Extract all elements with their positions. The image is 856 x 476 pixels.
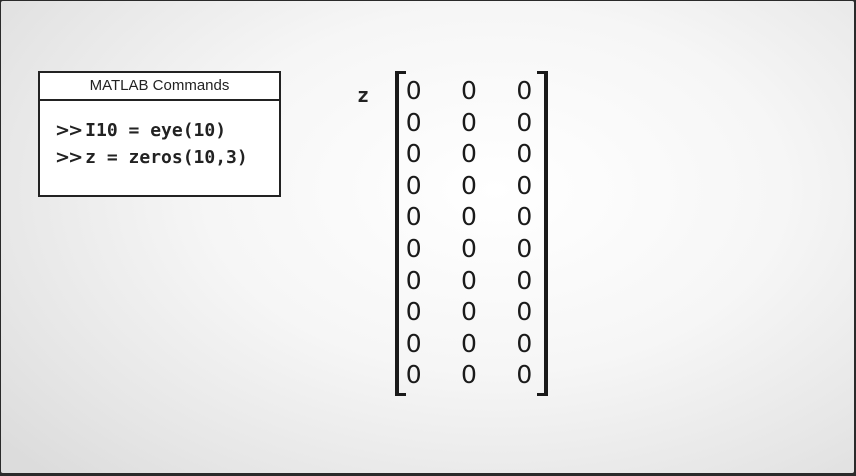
slide: MATLAB Commands >> I10 = eye(10) >> z = ze… — [1, 1, 854, 473]
matrix-cell: 0 — [461, 360, 477, 390]
command-text: I10 = eye(10) — [85, 120, 227, 141]
matrix-cell: 0 — [516, 76, 533, 105]
matrix-row: 0 0 0 — [397, 107, 539, 139]
matrix-row: 0 0 0 — [397, 233, 539, 265]
matrix-cell: 0 — [405, 297, 422, 327]
prompt-symbol: >> — [55, 120, 83, 141]
panel-title: MATLAB Commands — [40, 73, 279, 101]
matrix-row: 0 0 0 — [397, 328, 539, 360]
matrix-cell: 0 — [516, 328, 533, 358]
matrix-cell: 0 — [405, 233, 422, 263]
variable-name: z — [357, 83, 370, 107]
matrix-cell: 0 — [405, 107, 422, 137]
matrix-row: 0 0 0 — [397, 296, 539, 328]
result-matrix: 000000000000000000000000000000 — [397, 75, 539, 391]
matrix-row: 0 0 0 — [397, 75, 539, 107]
matrix-cell: 0 — [461, 297, 477, 327]
matrix-cell: 0 — [461, 265, 477, 295]
command-line: >> z = zeros(10,3) — [55, 144, 279, 171]
prompt-symbol: >> — [55, 147, 83, 168]
matrix-cell: 0 — [405, 139, 422, 169]
command-list: >> I10 = eye(10) >> z = zeros(10,3) — [40, 101, 279, 171]
matrix-row: 0 0 0 — [397, 359, 539, 391]
matrix-row: 0 0 0 — [397, 201, 539, 233]
matrix-cell: 0 — [405, 360, 422, 390]
matrix-cell: 0 — [516, 202, 533, 232]
matrix-cell: 0 — [461, 170, 477, 200]
matrix-cell: 0 — [516, 107, 533, 137]
matrix-row: 0 0 0 — [397, 265, 539, 297]
matrix-cell: 0 — [405, 170, 422, 200]
matrix-cell: 0 — [405, 202, 422, 232]
matrix-cell: 0 — [461, 139, 477, 169]
matrix-row: 0 0 0 — [397, 170, 539, 202]
matrix-cell: 0 — [405, 328, 422, 358]
matrix-cell: 0 — [461, 233, 477, 263]
matrix-cell: 0 — [461, 107, 477, 137]
matrix-cell: 0 — [461, 328, 477, 358]
matrix-cell: 0 — [516, 297, 533, 327]
matrix-cell: 0 — [516, 170, 533, 200]
matrix-cell: 0 — [405, 265, 422, 295]
matrix-cell: 0 — [516, 139, 533, 169]
matrix-cell: 0 — [461, 76, 477, 105]
matlab-commands-panel: MATLAB Commands >> I10 = eye(10) >> z = ze… — [38, 71, 281, 197]
command-line: >> I10 = eye(10) — [55, 117, 279, 144]
matrix-cell: 0 — [516, 265, 533, 295]
matrix-cell: 0 — [405, 76, 422, 105]
matrix-cell: 0 — [516, 233, 533, 263]
matrix-cell: 0 — [516, 360, 533, 390]
matrix-cell: 0 — [461, 202, 477, 232]
command-text: z = zeros(10,3) — [85, 147, 248, 168]
matrix-row: 0 0 0 — [397, 138, 539, 170]
